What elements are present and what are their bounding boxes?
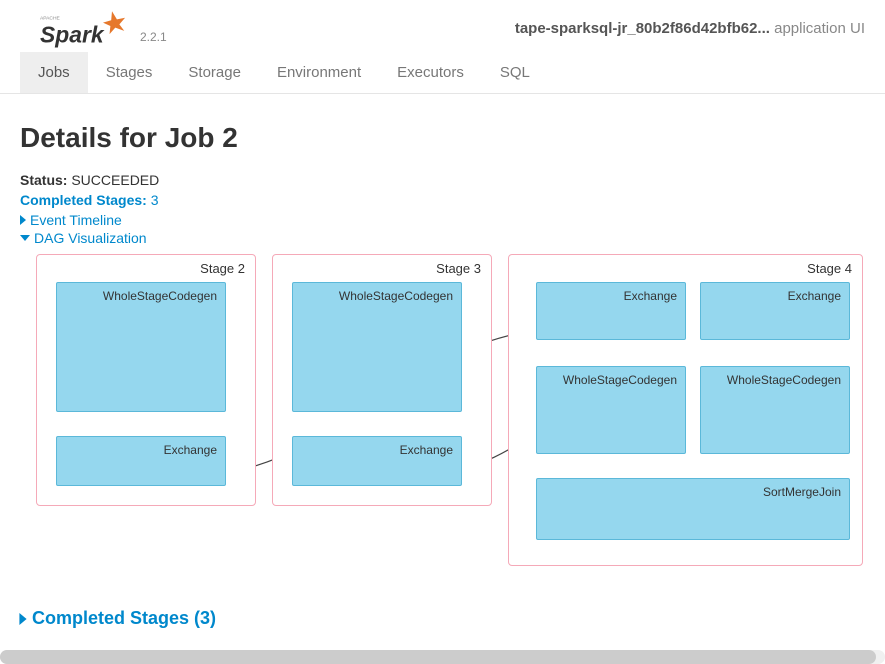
- tab-stages[interactable]: Stages: [88, 52, 171, 93]
- dag-node[interactable]: WholeStageCodegen: [56, 282, 226, 412]
- dag-node[interactable]: Exchange: [292, 436, 462, 486]
- spark-logo: APACHE Spark 2.2.1: [40, 8, 167, 48]
- completed-stages-summary[interactable]: Completed Stages: 3: [20, 192, 865, 208]
- horizontal-scrollbar[interactable]: [0, 650, 885, 664]
- dag-node[interactable]: Exchange: [536, 282, 686, 340]
- chevron-right-icon: [20, 215, 26, 225]
- event-timeline-toggle[interactable]: Event Timeline: [20, 212, 865, 228]
- dag-node[interactable]: WholeStageCodegen: [292, 282, 462, 412]
- chevron-down-icon: [20, 235, 30, 241]
- dag-visualization-toggle[interactable]: DAG Visualization: [20, 230, 865, 246]
- stage-label: Stage 4: [807, 261, 852, 276]
- dag-node[interactable]: WholeStageCodegen: [536, 366, 686, 454]
- stage-label: Stage 2: [200, 261, 245, 276]
- dag-node[interactable]: Exchange: [700, 282, 850, 340]
- status-line: Status: SUCCEEDED: [20, 172, 865, 188]
- dag-node[interactable]: SortMergeJoin: [536, 478, 850, 540]
- app-title: tape-sparksql-jr_80b2f86d42bfb62... appl…: [515, 20, 865, 37]
- dag-visualization: Stage 2WholeStageCodegenExchangeStage 3W…: [20, 254, 880, 584]
- stage-label: Stage 3: [436, 261, 481, 276]
- tab-storage[interactable]: Storage: [170, 52, 259, 93]
- tab-executors[interactable]: Executors: [379, 52, 482, 93]
- dag-node[interactable]: WholeStageCodegen: [700, 366, 850, 454]
- svg-text:Spark: Spark: [40, 21, 105, 47]
- dag-node[interactable]: Exchange: [56, 436, 226, 486]
- chevron-right-icon: [19, 613, 26, 625]
- nav-tabs: JobsStagesStorageEnvironmentExecutorsSQL: [0, 52, 885, 94]
- page-title: Details for Job 2: [20, 122, 865, 154]
- version-label: 2.2.1: [140, 30, 167, 44]
- tab-environment[interactable]: Environment: [259, 52, 379, 93]
- completed-stages-heading[interactable]: Completed Stages (3): [20, 608, 865, 629]
- tab-sql[interactable]: SQL: [482, 52, 548, 93]
- tab-jobs[interactable]: Jobs: [20, 52, 88, 93]
